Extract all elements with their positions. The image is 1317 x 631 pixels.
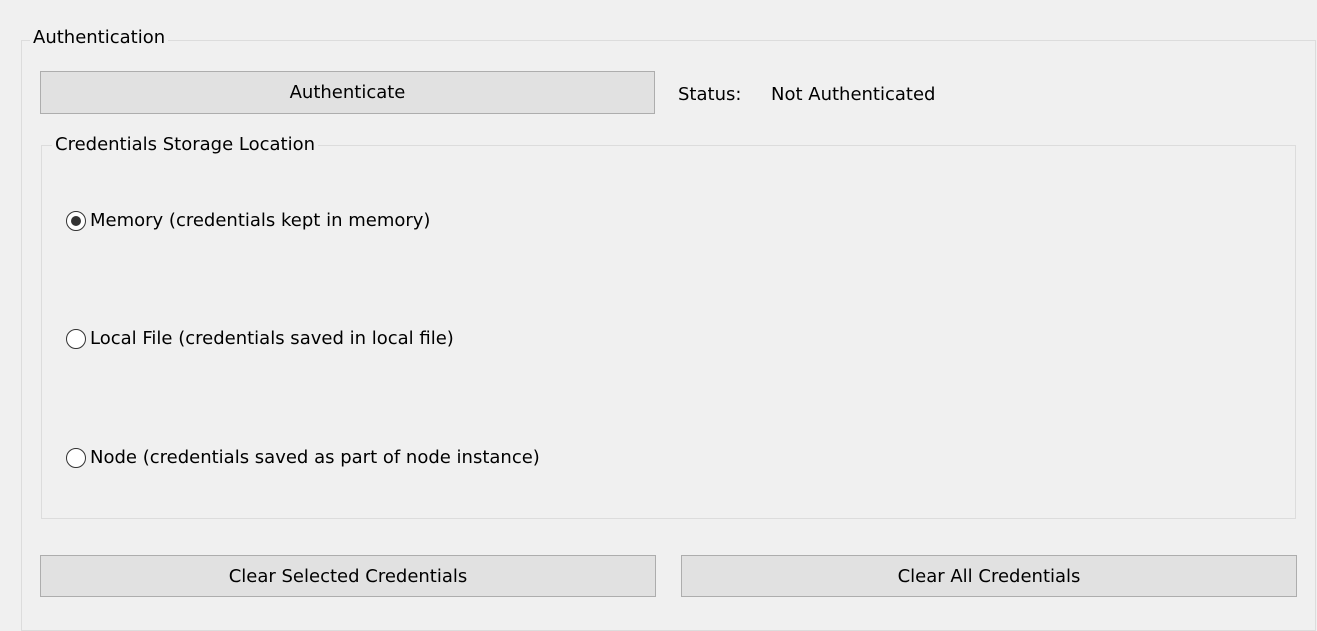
radio-node[interactable]: Node (credentials saved as part of node … bbox=[66, 447, 540, 468]
radio-selected-dot bbox=[71, 215, 81, 226]
radio-memory-indicator[interactable] bbox=[66, 210, 86, 231]
radio-node-indicator[interactable] bbox=[66, 447, 86, 468]
authentication-group-title: Authentication bbox=[30, 28, 169, 48]
clear-all-credentials-button[interactable]: Clear All Credentials bbox=[681, 555, 1297, 597]
status-value: Not Authenticated bbox=[771, 84, 936, 105]
storage-location-group-title: Credentials Storage Location bbox=[52, 135, 319, 155]
radio-local-file[interactable]: Local File (credentials saved in local f… bbox=[66, 328, 454, 349]
radio-local-file-label[interactable]: Local File (credentials saved in local f… bbox=[90, 328, 454, 349]
radio-memory[interactable]: Memory (credentials kept in memory) bbox=[66, 210, 430, 231]
radio-memory-label[interactable]: Memory (credentials kept in memory) bbox=[90, 210, 430, 231]
radio-local-file-indicator[interactable] bbox=[66, 328, 86, 349]
status-label: Status: bbox=[678, 84, 742, 105]
authenticate-button[interactable]: Authenticate bbox=[40, 71, 655, 114]
clear-selected-credentials-button[interactable]: Clear Selected Credentials bbox=[40, 555, 656, 597]
radio-node-label[interactable]: Node (credentials saved as part of node … bbox=[90, 447, 540, 468]
authentication-panel: Authentication Authenticate Status: Not … bbox=[0, 0, 1317, 631]
